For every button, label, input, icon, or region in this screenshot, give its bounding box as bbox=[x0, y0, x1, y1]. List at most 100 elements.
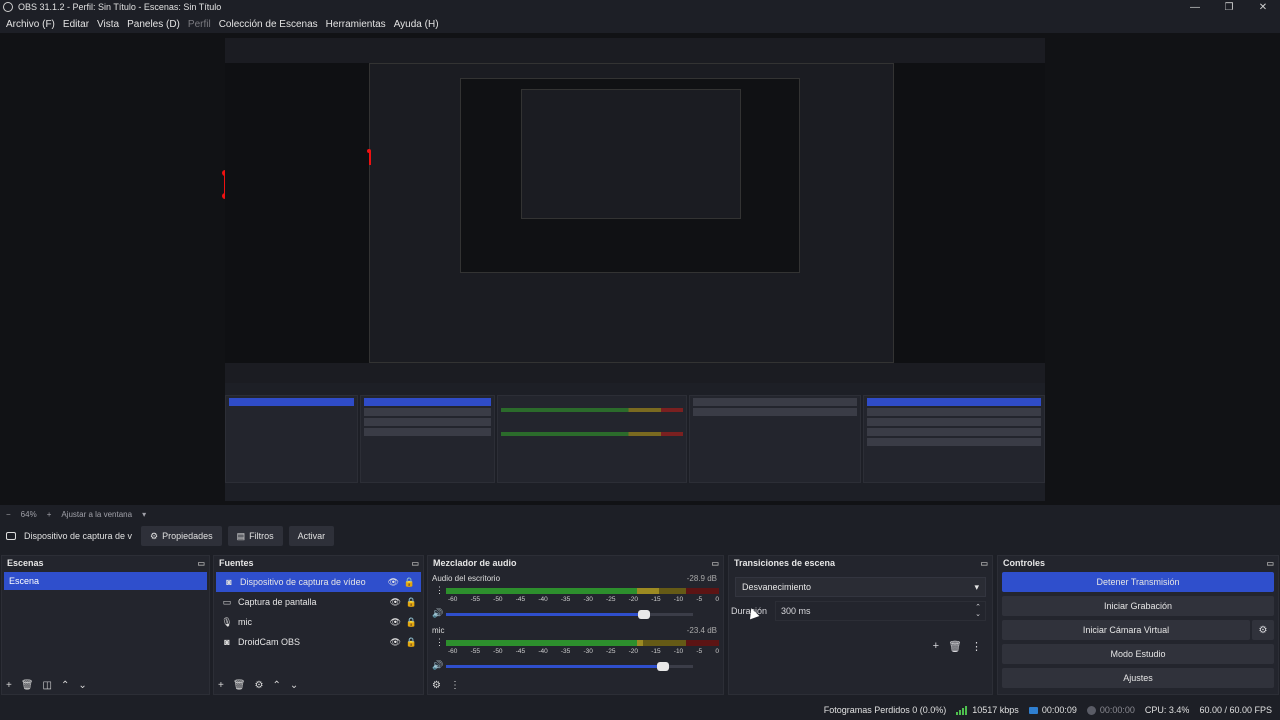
filter-icon[interactable]: ◫ bbox=[43, 680, 52, 691]
spinner-icon[interactable]: ⌃ ⌄ bbox=[975, 604, 981, 618]
captured-video-frame bbox=[225, 38, 1045, 501]
meter-green bbox=[446, 588, 638, 594]
camera-icon bbox=[6, 532, 16, 540]
eye-icon[interactable]: 👁 bbox=[390, 617, 401, 628]
stop-stream-button[interactable]: Detener Transmisión bbox=[1002, 572, 1274, 592]
settings-button[interactable]: Ajustes bbox=[1002, 668, 1274, 688]
undock-icon[interactable]: ▭ bbox=[197, 559, 205, 568]
speaker-icon[interactable]: 🔊 bbox=[432, 660, 443, 671]
gear-icon[interactable]: ⚙ bbox=[255, 680, 264, 691]
source-item[interactable]: ◙ Dispositivo de captura de vídeo 👁 🔒 bbox=[216, 572, 421, 592]
chevron-down-icon[interactable]: ⌄ bbox=[78, 680, 86, 691]
menu-ayuda[interactable]: Ayuda (H) bbox=[394, 19, 439, 30]
menu-paneles[interactable]: Paneles (D) bbox=[127, 19, 180, 30]
minimize-button[interactable]: — bbox=[1178, 0, 1212, 14]
chevron-up-icon[interactable]: ⌃ bbox=[61, 680, 69, 691]
eye-icon[interactable]: 👁 bbox=[390, 597, 401, 608]
maximize-button[interactable]: ❐ bbox=[1212, 0, 1246, 14]
start-virtual-cam-button[interactable]: Iniciar Cámara Virtual bbox=[1002, 620, 1250, 640]
volume-knob[interactable] bbox=[637, 610, 650, 619]
tick-label: -35 bbox=[560, 596, 571, 603]
nested-control-button bbox=[867, 418, 1041, 426]
tick-label: -25 bbox=[606, 596, 616, 603]
bitrate-value: 10517 kbps bbox=[972, 705, 1019, 715]
volume-slider[interactable] bbox=[446, 610, 693, 619]
nested-meter bbox=[501, 432, 683, 436]
lock-icon[interactable]: 🔒 bbox=[406, 597, 417, 608]
tick-label: -40 bbox=[538, 596, 548, 603]
add-icon[interactable]: + bbox=[933, 640, 939, 653]
source-label: Captura de pantalla bbox=[238, 597, 317, 607]
preview-canvas[interactable] bbox=[0, 33, 1280, 505]
scene-item[interactable]: Escena bbox=[4, 572, 207, 590]
lock-icon[interactable]: 🔒 bbox=[406, 637, 417, 648]
fit-to-window-button[interactable]: Ajustar a la ventana bbox=[61, 510, 132, 519]
volume-knob[interactable] bbox=[657, 662, 670, 671]
nested-obs-title bbox=[225, 38, 1045, 50]
source-item[interactable]: 🎙 mic 👁 🔒 bbox=[214, 612, 423, 632]
nested-control-button bbox=[867, 438, 1041, 446]
zoom-in-button[interactable]: + bbox=[47, 510, 52, 519]
stream-time: 00:00:09 bbox=[1028, 705, 1077, 715]
chevron-down-icon[interactable]: ⌄ bbox=[290, 680, 298, 691]
advanced-audio-icon[interactable]: ⚙ bbox=[432, 680, 441, 691]
duration-input[interactable]: 300 ms ⌃ ⌄ bbox=[775, 601, 986, 621]
trash-icon[interactable]: 🗑 bbox=[948, 640, 962, 653]
tick-label: -20 bbox=[628, 648, 639, 655]
menu-coleccion-escenas[interactable]: Colección de Escenas bbox=[219, 19, 318, 30]
menu-perfil[interactable]: Perfil bbox=[188, 19, 211, 30]
lock-icon[interactable]: 🔒 bbox=[406, 617, 417, 628]
volume-slider[interactable] bbox=[446, 662, 693, 671]
controls-header: Controles ▭ bbox=[998, 556, 1278, 570]
tick-label: -35 bbox=[560, 648, 571, 655]
speaker-icon[interactable]: 🔊 bbox=[432, 608, 443, 619]
undock-icon[interactable]: ▭ bbox=[711, 559, 719, 568]
undock-icon[interactable]: ▭ bbox=[411, 559, 419, 568]
zoom-out-button[interactable]: − bbox=[6, 510, 11, 519]
tick-label: -50 bbox=[493, 648, 503, 655]
eye-icon[interactable]: 👁 bbox=[388, 577, 399, 588]
duration-row: Duración 300 ms ⌃ ⌄ bbox=[729, 601, 986, 621]
stream-icon bbox=[1028, 706, 1038, 714]
activate-button[interactable]: Activar bbox=[288, 526, 335, 546]
filters-button[interactable]: ▤ Filtros bbox=[227, 526, 283, 546]
lock-icon[interactable]: 🔒 bbox=[404, 577, 415, 588]
source-label: Dispositivo de captura de vídeo bbox=[240, 577, 366, 587]
tick-label: -30 bbox=[583, 648, 593, 655]
undock-icon[interactable]: ▭ bbox=[980, 559, 988, 568]
source-item[interactable]: ▭ Captura de pantalla 👁 🔒 bbox=[214, 592, 423, 612]
add-icon[interactable]: + bbox=[6, 680, 12, 691]
start-recording-button[interactable]: Iniciar Grabación bbox=[1002, 596, 1274, 616]
sources-dock: Fuentes ▭ ◙ Dispositivo de captura de ví… bbox=[213, 555, 424, 695]
source-item[interactable]: ◙ DroidCam OBS 👁 🔒 bbox=[214, 632, 423, 652]
more-icon[interactable]: ⋮ bbox=[450, 680, 460, 691]
close-button[interactable]: ✕ bbox=[1246, 0, 1280, 14]
menu-vista[interactable]: Vista bbox=[97, 19, 119, 30]
menu-editar[interactable]: Editar bbox=[63, 19, 89, 30]
chevron-up-icon[interactable]: ⌃ bbox=[273, 680, 281, 691]
tick-label: -60 bbox=[448, 596, 458, 603]
scenes-list: Escena bbox=[2, 572, 209, 676]
tick-label: -55 bbox=[470, 596, 480, 603]
chevron-down-icon[interactable]: ▾ bbox=[142, 510, 146, 519]
eye-icon[interactable]: 👁 bbox=[390, 637, 401, 648]
nested-obs-menu bbox=[225, 51, 1045, 61]
scenes-dock: Escenas ▭ Escena + 🗑 ◫ ⌃ ⌄ bbox=[1, 555, 210, 695]
more-icon[interactable]: ⋮ bbox=[435, 637, 444, 648]
transitions-header: Transiciones de escena ▭ bbox=[729, 556, 992, 570]
more-icon[interactable]: ⋮ bbox=[971, 640, 982, 653]
transition-actions: + 🗑 ⋮ bbox=[924, 640, 982, 653]
gear-icon[interactable]: ⚙ bbox=[1252, 620, 1274, 640]
undock-icon[interactable]: ▭ bbox=[1266, 559, 1274, 568]
menu-archivo[interactable]: Archivo (F) bbox=[6, 19, 55, 30]
add-icon[interactable]: + bbox=[218, 680, 224, 691]
record-time-value: 00:00:00 bbox=[1099, 705, 1135, 715]
properties-button[interactable]: ⚙ Propiedades bbox=[141, 526, 222, 546]
trash-icon[interactable]: 🗑 bbox=[233, 680, 246, 691]
tick-label: -30 bbox=[583, 596, 593, 603]
studio-mode-button[interactable]: Modo Estudio bbox=[1002, 644, 1274, 664]
trash-icon[interactable]: 🗑 bbox=[21, 680, 34, 691]
menu-herramientas[interactable]: Herramientas bbox=[326, 19, 386, 30]
transition-select[interactable]: Desvanecimiento ▾ bbox=[735, 577, 986, 597]
more-icon[interactable]: ⋮ bbox=[435, 585, 444, 596]
